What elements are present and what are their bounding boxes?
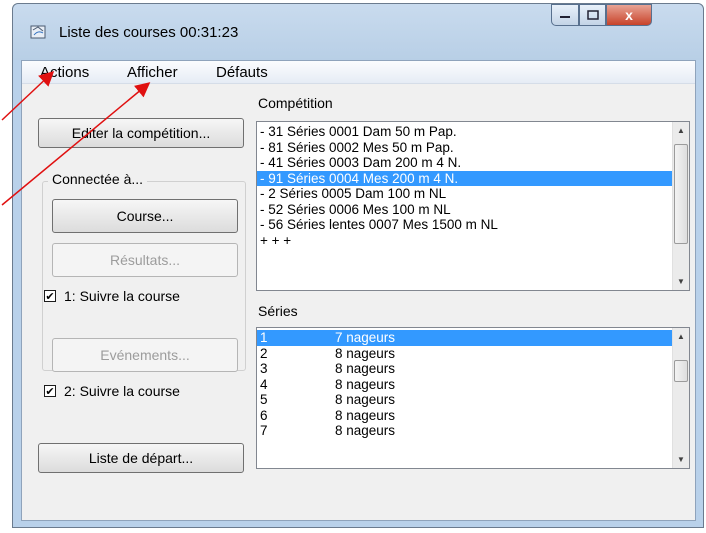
competition-label: Compétition: [258, 95, 333, 111]
series-scrollbar[interactable]: ▲ ▼: [672, 328, 689, 468]
follow-course-1[interactable]: ✔ 1: Suivre la course: [44, 288, 180, 304]
list-item[interactable]: + + +: [257, 233, 689, 249]
series-swimmers: 8 nageurs: [335, 392, 396, 407]
table-row[interactable]: 1 7 nageurs: [257, 330, 689, 346]
series-swimmers: 7 nageurs: [335, 330, 396, 345]
list-item[interactable]: - 2 Séries 0005 Dam 100 m NL: [257, 186, 689, 202]
follow-course-1-label: 1: Suivre la course: [64, 288, 180, 304]
scroll-thumb[interactable]: [674, 144, 688, 244]
close-button[interactable]: x: [606, 4, 652, 26]
list-item[interactable]: - 52 Séries 0006 Mes 100 m NL: [257, 202, 689, 218]
connection-group-label: Connectée à...: [48, 171, 148, 187]
table-row[interactable]: 7 8 nageurs: [257, 423, 689, 439]
list-item[interactable]: - 81 Séries 0002 Mes 50 m Pap.: [257, 140, 689, 156]
table-row[interactable]: 4 8 nageurs: [257, 377, 689, 393]
series-number: 2: [260, 345, 268, 361]
list-item[interactable]: - 41 Séries 0003 Dam 200 m 4 N.: [257, 155, 689, 171]
maximize-button[interactable]: [579, 4, 606, 26]
menu-bar: Actions Afficher Défauts: [22, 61, 695, 84]
app-window: Liste des courses 00:31:23 x Actions Aff…: [12, 3, 704, 528]
series-list[interactable]: 1 7 nageurs 2 8 nageurs 3 8 nageurs 4 8 nageurs…: [256, 327, 690, 469]
course-button[interactable]: Course...: [52, 199, 238, 233]
series-swimmers: 8 nageurs: [335, 423, 396, 438]
follow-course-2-checkbox[interactable]: ✔: [44, 385, 56, 398]
series-number: 6: [260, 407, 268, 423]
series-number: 4: [260, 376, 268, 392]
scroll-up-icon[interactable]: ▲: [673, 328, 689, 345]
minimize-button[interactable]: [551, 4, 579, 26]
scroll-down-icon[interactable]: ▼: [673, 451, 689, 468]
series-number: 3: [260, 361, 268, 376]
series-swimmers: 8 nageurs: [335, 407, 396, 423]
close-icon: x: [625, 7, 633, 23]
competition-scrollbar[interactable]: ▲ ▼: [672, 122, 689, 290]
menu-defauts[interactable]: Défauts: [216, 64, 268, 81]
follow-course-2-label: 2: Suivre la course: [64, 383, 180, 399]
scroll-down-icon[interactable]: ▼: [673, 273, 689, 290]
menu-afficher[interactable]: Afficher: [127, 64, 178, 81]
table-row[interactable]: 2 8 nageurs: [257, 346, 689, 362]
scroll-thumb[interactable]: [674, 360, 688, 382]
series-number: 7: [260, 423, 268, 438]
window-title: Liste des courses 00:31:23: [59, 24, 239, 41]
edit-competition-button[interactable]: Editer la compétition...: [38, 118, 244, 148]
series-swimmers: 8 nageurs: [335, 361, 396, 376]
table-row[interactable]: 6 8 nageurs: [257, 408, 689, 424]
events-button[interactable]: Evénements...: [52, 338, 238, 372]
scroll-up-icon[interactable]: ▲: [673, 122, 689, 139]
list-item[interactable]: - 31 Séries 0001 Dam 50 m Pap.: [257, 124, 689, 140]
list-item[interactable]: - 91 Séries 0004 Mes 200 m 4 N.: [257, 170, 689, 186]
series-label: Séries: [258, 303, 298, 319]
title-bar[interactable]: Liste des courses 00:31:23 x: [13, 4, 703, 60]
follow-course-2[interactable]: ✔ 2: Suivre la course: [44, 383, 180, 399]
client-area: Actions Afficher Défauts Editer la compé…: [21, 60, 696, 521]
table-row[interactable]: 5 8 nageurs: [257, 392, 689, 408]
series-swimmers: 8 nageurs: [335, 376, 396, 392]
series-swimmers: 8 nageurs: [335, 345, 396, 361]
menu-actions[interactable]: Actions: [40, 64, 89, 81]
start-list-button[interactable]: Liste de départ...: [38, 443, 244, 473]
follow-course-1-checkbox[interactable]: ✔: [44, 290, 56, 303]
series-number: 5: [260, 392, 268, 407]
results-button[interactable]: Résultats...: [52, 243, 238, 277]
table-row[interactable]: 3 8 nageurs: [257, 361, 689, 377]
series-number: 1: [260, 330, 268, 345]
list-item[interactable]: - 56 Séries lentes 0007 Mes 1500 m NL: [257, 217, 689, 233]
app-icon: [30, 25, 46, 39]
competition-list[interactable]: - 31 Séries 0001 Dam 50 m Pap. - 81 Série…: [256, 121, 690, 291]
